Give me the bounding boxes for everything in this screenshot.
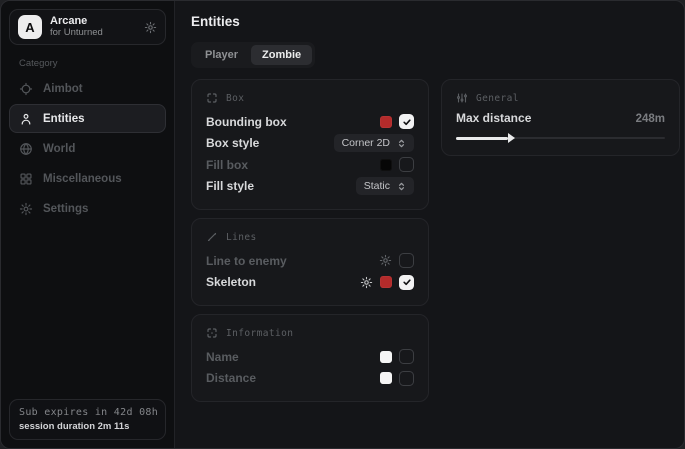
box-card-header: Box xyxy=(206,92,414,104)
color-swatch[interactable] xyxy=(380,116,392,128)
brand-title: Arcane xyxy=(50,15,103,28)
dropdown-value: Corner 2D xyxy=(342,137,390,149)
color-swatch[interactable] xyxy=(380,276,392,288)
tab-zombie[interactable]: Zombie xyxy=(251,45,312,65)
setting-label: Line to enemy xyxy=(206,254,287,268)
main-content: Entities Player Zombie Box Bounding box xyxy=(175,1,685,448)
tab-player[interactable]: Player xyxy=(194,45,249,65)
chevrons-up-down-icon xyxy=(397,139,406,148)
setting-label: Fill style xyxy=(206,179,254,193)
left-column: Box Bounding box Box style xyxy=(191,79,429,402)
general-card-header: General xyxy=(456,92,665,104)
checkbox-unchecked[interactable] xyxy=(399,253,414,268)
sidebar-item-label: Settings xyxy=(43,203,88,215)
diagonal-line-icon xyxy=(206,231,218,243)
information-card-title: Information xyxy=(226,328,293,339)
fill-style-dropdown[interactable]: Static xyxy=(356,177,414,195)
setting-label: Box style xyxy=(206,136,259,150)
sidebar-item-miscellaneous[interactable]: Miscellaneous xyxy=(9,164,166,193)
category-label: Category xyxy=(19,58,156,69)
color-swatch[interactable] xyxy=(380,372,392,384)
general-card: General Max distance 248m xyxy=(441,79,680,156)
checkbox-unchecked[interactable] xyxy=(399,371,414,386)
brand-text: Arcane for Unturned xyxy=(50,15,103,39)
setting-label: Skeleton xyxy=(206,275,256,289)
brand-card: A Arcane for Unturned xyxy=(9,9,166,45)
setting-label: Fill box xyxy=(206,158,248,172)
sidebar-item-label: Entities xyxy=(43,113,85,125)
box-card-title: Box xyxy=(226,93,244,104)
grid-icon xyxy=(19,172,33,186)
sidebar-item-label: Aimbot xyxy=(43,83,83,95)
gear-icon[interactable] xyxy=(379,254,392,267)
chevrons-up-down-icon xyxy=(397,182,406,191)
session-duration-text: session duration 2m 11s xyxy=(19,421,156,432)
setting-row-box-style: Box style Corner 2D xyxy=(206,133,414,155)
person-icon xyxy=(19,112,33,126)
sidebar-item-entities[interactable]: Entities xyxy=(9,104,166,133)
setting-label: Bounding box xyxy=(206,115,287,129)
checkbox-checked[interactable] xyxy=(399,275,414,290)
setting-row-line-to-enemy: Line to enemy xyxy=(206,250,414,272)
sub-expiry-text: Sub expires in 42d 08h xyxy=(19,407,156,418)
sidebar-nav: Aimbot Entities World Miscellaneous xyxy=(9,74,166,223)
subscription-status: Sub expires in 42d 08h session duration … xyxy=(9,399,166,440)
max-distance-slider[interactable] xyxy=(456,132,665,143)
sidebar-item-aimbot[interactable]: Aimbot xyxy=(9,74,166,103)
sidebar-item-label: World xyxy=(43,143,75,155)
gear-icon xyxy=(19,202,33,216)
gear-icon[interactable] xyxy=(144,21,157,34)
setting-row-bounding-box: Bounding box xyxy=(206,111,414,133)
crosshair-icon xyxy=(19,82,33,96)
card-columns: Box Bounding box Box style xyxy=(191,79,680,402)
box-style-dropdown[interactable]: Corner 2D xyxy=(334,134,414,152)
setting-row-fill-box: Fill box xyxy=(206,154,414,176)
sidebar: A Arcane for Unturned Category Aimbot xyxy=(1,1,175,448)
setting-label: Distance xyxy=(206,371,256,385)
scan-brackets-icon xyxy=(206,92,218,104)
gear-icon[interactable] xyxy=(360,276,373,289)
brand-subtitle: for Unturned xyxy=(50,28,103,39)
entity-tabs: Player Zombie xyxy=(191,42,315,68)
lines-card: Lines Line to enemy Skeleton xyxy=(191,218,429,306)
color-swatch[interactable] xyxy=(380,159,392,171)
focus-target-icon xyxy=(206,327,218,339)
setting-row-fill-style: Fill style Static xyxy=(206,176,414,198)
setting-row-skeleton: Skeleton xyxy=(206,272,414,294)
general-card-title: General xyxy=(476,93,519,104)
setting-row-distance: Distance xyxy=(206,368,414,390)
setting-label: Name xyxy=(206,350,239,364)
checkbox-unchecked[interactable] xyxy=(399,157,414,172)
setting-label: Max distance xyxy=(456,111,531,125)
sidebar-item-settings[interactable]: Settings xyxy=(9,194,166,223)
slider-fill-and-thumb[interactable] xyxy=(456,137,508,140)
information-card: Information Name Distance xyxy=(191,314,429,402)
lines-card-header: Lines xyxy=(206,231,414,243)
page-title: Entities xyxy=(191,14,680,29)
checkbox-checked[interactable] xyxy=(399,114,414,129)
setting-row-max-distance: Max distance 248m xyxy=(456,111,665,125)
globe-icon xyxy=(19,142,33,156)
box-card: Box Bounding box Box style xyxy=(191,79,429,210)
app-window: A Arcane for Unturned Category Aimbot xyxy=(0,0,685,449)
dropdown-value: Static xyxy=(364,180,390,192)
right-column: General Max distance 248m xyxy=(441,79,680,156)
checkbox-unchecked[interactable] xyxy=(399,349,414,364)
sliders-icon xyxy=(456,92,468,104)
information-card-header: Information xyxy=(206,327,414,339)
brand-avatar: A xyxy=(18,15,42,39)
color-swatch[interactable] xyxy=(380,351,392,363)
max-distance-value: 248m xyxy=(636,113,665,125)
sidebar-item-world[interactable]: World xyxy=(9,134,166,163)
lines-card-title: Lines xyxy=(226,232,257,243)
sidebar-item-label: Miscellaneous xyxy=(43,173,122,185)
setting-row-name: Name xyxy=(206,346,414,368)
